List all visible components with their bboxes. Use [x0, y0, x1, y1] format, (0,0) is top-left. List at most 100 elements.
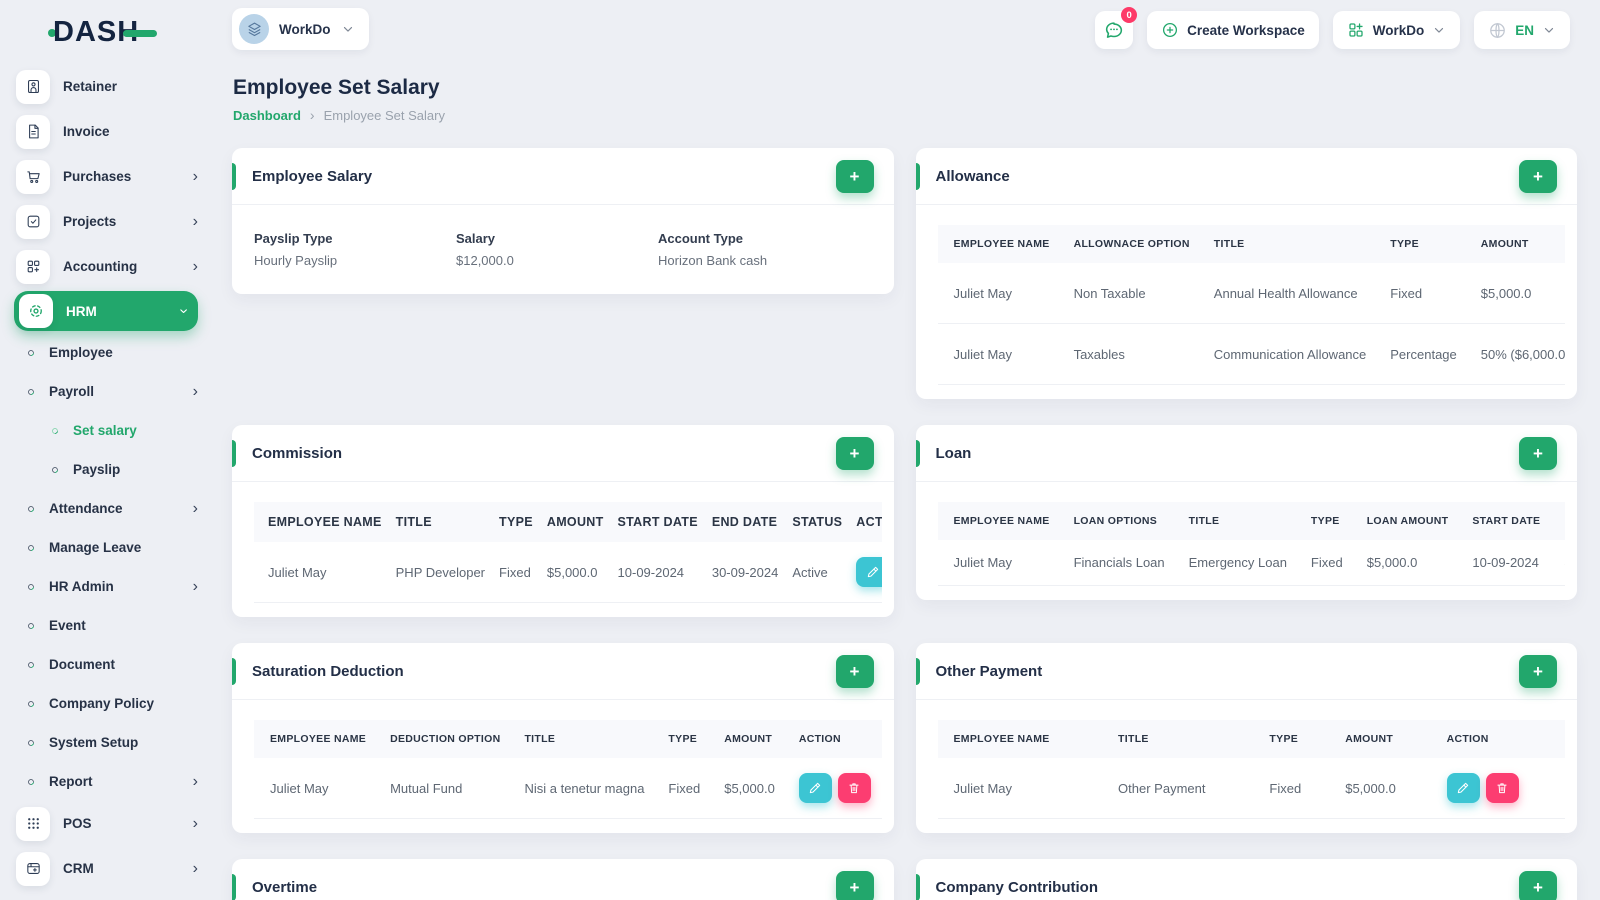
chevron-right-icon: ›	[192, 382, 198, 400]
card-header: Employee Salary +	[232, 148, 894, 205]
table-cell: Fixed	[492, 542, 540, 603]
sidebar-item-hr-admin[interactable]: HR Admin ›	[0, 567, 212, 606]
edit-button[interactable]	[856, 557, 882, 587]
card-title: Other Payment	[935, 662, 1043, 680]
accounting-icon	[16, 249, 50, 284]
column-header-type: TYPE	[656, 720, 713, 758]
edit-button[interactable]	[1446, 773, 1480, 803]
sidebar-item-attendance[interactable]: Attendance ›	[0, 489, 212, 528]
sidebar-item-system-setup[interactable]: System Setup	[0, 723, 212, 762]
sidebar-item-manage-leave[interactable]: Manage Leave	[0, 528, 212, 567]
column-header-loan-options: LOAN OPTIONS	[1061, 502, 1177, 540]
sidebar-item-purchases[interactable]: Purchases ›	[0, 154, 212, 199]
sidebar-item-payroll[interactable]: Payroll ›	[0, 372, 212, 411]
workspace-menu-label: WorkDo	[1372, 22, 1425, 38]
table-cell: $5,000.0	[712, 758, 787, 819]
employee-salary-fields: Payslip Type Hourly Payslip Salary $12,000.…	[232, 205, 894, 294]
card-title: Company Contribution	[935, 878, 1098, 896]
table-row: Juliet May PHP Developer Fixed $5,000.0 10-0…	[254, 542, 882, 603]
delete-button[interactable]	[1485, 773, 1519, 803]
breadcrumb-dashboard-link[interactable]: Dashboard	[233, 108, 301, 123]
table-cell: Financials Loan	[1061, 540, 1177, 586]
table-row: Juliet May Taxables Communication Allowanc…	[937, 323, 1565, 385]
add-employee-salary-button[interactable]: +	[835, 160, 874, 193]
sidebar-item-employee[interactable]: Employee	[0, 333, 212, 372]
column-header-action: ACTION	[849, 502, 882, 542]
column-header-type: TYPE	[1257, 720, 1334, 758]
table-cell: $5,000.0	[1354, 540, 1461, 586]
sidebar-item-projects[interactable]: Projects ›	[0, 199, 212, 244]
bullet-icon	[26, 777, 36, 786]
table-cell: Fixed	[1257, 758, 1334, 819]
sidebar-menu: Retainer Invoice Purchases › Projects › Accoun…	[0, 64, 212, 891]
table-cell: Annual Health Allowance	[1201, 263, 1379, 324]
sidebar-item-company-policy[interactable]: Company Policy	[0, 684, 212, 723]
pos-icon	[16, 806, 50, 841]
column-header-employee-name: EMPLOYEE NAME	[937, 225, 1062, 263]
crm-icon	[16, 851, 50, 886]
sidebar-item-invoice[interactable]: Invoice	[0, 109, 212, 154]
allowance-card: Allowance + EMPLOYEE NAME ALLOWNACE OPTIO…	[915, 148, 1577, 399]
column-header-type: TYPE	[1378, 225, 1469, 263]
workspace-selector[interactable]: WorkDo	[232, 8, 369, 50]
sidebar-item-hrm[interactable]: HRM ›	[14, 291, 198, 331]
data-table: EMPLOYEE NAME DEDUCTION OPTION TITLE TYPE AM…	[254, 720, 882, 819]
field-salary: Salary $12,000.0	[456, 231, 658, 268]
table-cell: Fixed	[1378, 263, 1469, 324]
trash-icon	[1497, 783, 1507, 794]
purchases-icon	[16, 159, 50, 194]
sidebar-item-crm[interactable]: CRM ›	[0, 846, 212, 891]
chevron-right-icon: ›	[192, 577, 198, 595]
sidebar-item-payslip[interactable]: Payslip	[0, 450, 212, 489]
sidebar-item-label: HR Admin	[49, 579, 114, 594]
sidebar-item-set-salary[interactable]: Set salary	[0, 411, 212, 450]
create-workspace-button[interactable]: Create Workspace	[1147, 11, 1319, 49]
sidebar-item-label: Report	[49, 774, 93, 789]
language-selector[interactable]: EN	[1474, 11, 1570, 49]
card-header: Company Contribution +	[915, 859, 1578, 900]
add-commission-button[interactable]: +	[835, 437, 874, 470]
add-allowance-button[interactable]: +	[1519, 160, 1557, 193]
language-label: EN	[1515, 22, 1534, 38]
table-cell: Communication Allowance	[1201, 323, 1379, 385]
table-row: Juliet May Non Taxable Annual Health Allow…	[937, 263, 1565, 324]
action-cell	[849, 542, 882, 603]
card-header: Other Payment +	[915, 643, 1577, 700]
messages-button[interactable]: 0	[1095, 7, 1138, 49]
add-loan-button[interactable]: +	[1519, 437, 1557, 470]
sidebar-item-document[interactable]: Document	[0, 645, 212, 684]
commission-card: Commission + EMPLOYEE NAME TITLE TYPE AMOUN…	[232, 425, 894, 617]
workspace-menu-button[interactable]: WorkDo	[1332, 11, 1461, 49]
card-header: Overtime +	[232, 859, 894, 900]
delete-button[interactable]	[837, 773, 871, 803]
other-payment-table: EMPLOYEE NAME TITLE TYPE AMOUNT ACTION Juliet…	[937, 720, 1565, 819]
app-logo[interactable]: DASH	[48, 16, 158, 49]
invoice-icon	[16, 114, 50, 149]
column-header-deduction-option: DEDUCTION OPTION	[378, 720, 513, 758]
sidebar-item-event[interactable]: Event	[0, 606, 212, 645]
bullet-icon	[26, 543, 36, 552]
sidebar-item-retainer[interactable]: Retainer	[0, 64, 212, 109]
topbar-actions: 0 Create Workspace WorkDo EN	[1095, 7, 1570, 49]
building-icon	[247, 22, 261, 36]
sidebar-item-label: Purchases	[63, 169, 132, 184]
column-header-loan-amount: LOAN AMOUNT	[1354, 502, 1461, 540]
sidebar-item-report[interactable]: Report ›	[0, 762, 212, 801]
other-payment-card: Other Payment + EMPLOYEE NAME TITLE TYPE AM…	[915, 643, 1577, 833]
chevron-down-icon	[1542, 23, 1556, 37]
chevron-right-icon: ›	[192, 257, 198, 275]
add-overtime-button[interactable]: +	[835, 871, 874, 900]
overtime-card: Overtime +	[232, 859, 894, 900]
sidebar-item-label: Projects	[63, 214, 117, 229]
sidebar-item-label: Set salary	[73, 423, 137, 438]
add-saturation-deduction-button[interactable]: +	[835, 655, 874, 688]
column-header-allownace-option: ALLOWNACE OPTION	[1061, 225, 1202, 263]
card-title: Employee Salary	[252, 167, 373, 185]
add-company-contribution-button[interactable]: +	[1519, 871, 1557, 900]
sidebar-item-accounting[interactable]: Accounting ›	[0, 244, 212, 289]
add-other-payment-button[interactable]: +	[1519, 655, 1557, 688]
edit-button[interactable]	[798, 773, 832, 803]
sidebar-item-label: Invoice	[63, 124, 110, 139]
sidebar-item-pos[interactable]: POS ›	[0, 801, 212, 846]
chat-bubble-icon	[1106, 22, 1123, 38]
